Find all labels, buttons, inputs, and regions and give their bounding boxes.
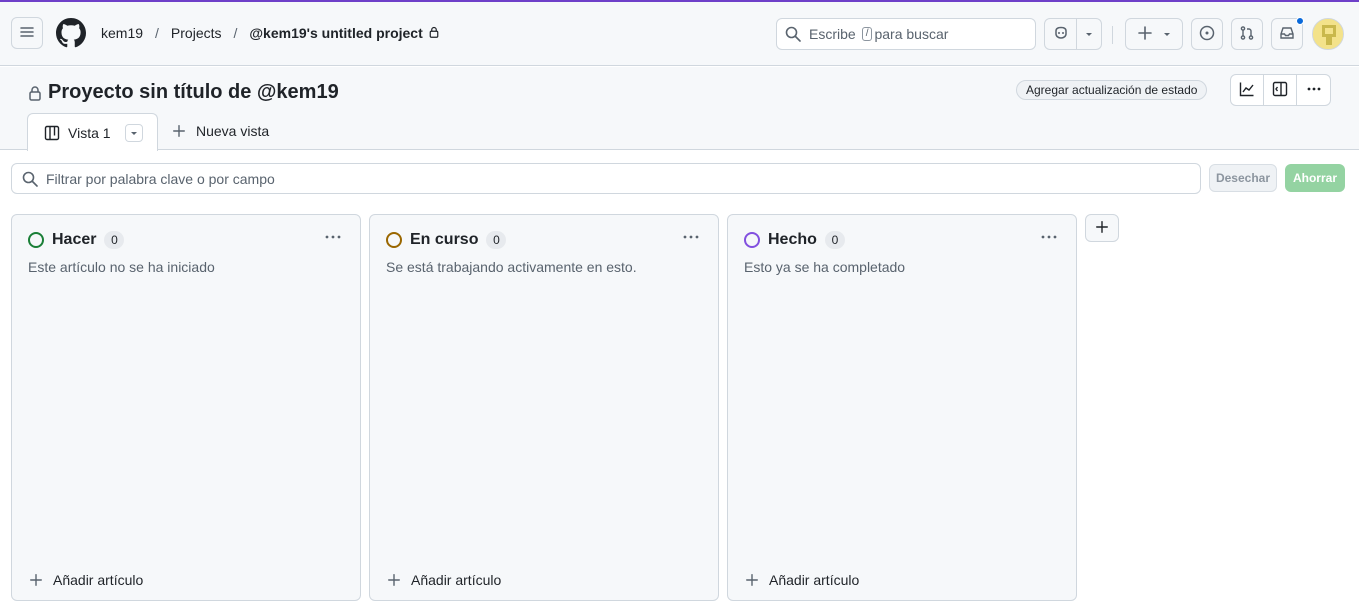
search-shortcut-key: / — [861, 27, 873, 41]
pull-requests-icon — [1239, 25, 1255, 44]
graph-icon — [1239, 81, 1255, 100]
column-header: Hecho 0 — [744, 231, 845, 249]
kebab-horizontal-icon — [325, 235, 341, 239]
copilot-dropdown-button[interactable] — [1077, 19, 1101, 49]
issues-button[interactable] — [1191, 18, 1223, 50]
search-icon — [785, 26, 801, 42]
add-column-button[interactable] — [1085, 214, 1119, 242]
inbox-icon — [1279, 25, 1295, 44]
breadcrumb: kem19 / Projects / @kem19's untitled pro… — [101, 25, 440, 41]
issues-icon — [1199, 25, 1215, 44]
add-item-button[interactable]: Añadir artículo — [745, 572, 859, 588]
sidebar-expand-icon — [1272, 81, 1288, 100]
add-item-label: Añadir artículo — [411, 572, 502, 588]
copilot-button-group — [1044, 18, 1102, 50]
pull-requests-button[interactable] — [1231, 18, 1263, 50]
github-logo-icon[interactable] — [56, 18, 86, 51]
add-item-label: Añadir artículo — [53, 572, 144, 588]
discard-button[interactable]: Desechar — [1209, 164, 1277, 192]
search-icon — [22, 171, 38, 187]
triangle-down-icon — [1084, 26, 1094, 42]
filter-input[interactable]: Filtrar por palabra clave o por campo — [11, 163, 1201, 194]
kebab-horizontal-icon — [683, 235, 699, 239]
status-circle-icon — [744, 232, 760, 248]
filter-placeholder: Filtrar por palabra clave o por campo — [46, 170, 275, 187]
menu-button[interactable] — [11, 17, 43, 49]
notification-dot — [1296, 17, 1304, 25]
triangle-down-icon — [1162, 26, 1172, 42]
column-menu-button[interactable] — [682, 229, 700, 248]
column-name: Hecho — [768, 231, 817, 248]
plus-icon — [387, 573, 401, 587]
breadcrumb-owner-link[interactable]: kem19 — [101, 25, 143, 41]
lock-icon — [428, 25, 440, 41]
avatar[interactable] — [1312, 18, 1344, 50]
column-header: En curso 0 — [386, 231, 507, 249]
status-circle-icon — [386, 232, 402, 248]
column-header: Hacer 0 — [28, 231, 125, 249]
project-titlebar: Proyecto sin título de @kem19 Agregar ac… — [0, 67, 1359, 151]
new-view-button[interactable]: Nueva vista — [172, 123, 269, 139]
menu-icon — [19, 24, 35, 43]
column-menu-button[interactable] — [1040, 229, 1058, 248]
board-column-en-curso: En curso 0 Se está trabajando activament… — [369, 214, 719, 601]
tab-vista-1[interactable]: Vista 1 — [27, 113, 158, 151]
column-description: Esto ya se ha completado — [744, 259, 906, 275]
lock-icon — [28, 85, 42, 101]
breadcrumb-projects-link[interactable]: Projects — [171, 25, 222, 41]
column-count: 0 — [104, 231, 125, 249]
column-name: Hacer — [52, 231, 97, 248]
copilot-icon — [1053, 25, 1069, 44]
more-options-button[interactable] — [1297, 75, 1330, 105]
side-panel-button[interactable] — [1264, 75, 1297, 105]
save-button[interactable]: Ahorrar — [1285, 164, 1345, 192]
column-name: En curso — [410, 231, 479, 248]
plus-icon — [1095, 220, 1109, 237]
view-options-button[interactable] — [124, 123, 143, 142]
page-title[interactable]: Proyecto sin título de @kem19 — [48, 81, 339, 104]
column-description: Este artículo no se ha iniciado — [28, 259, 215, 275]
kebab-horizontal-icon — [1306, 81, 1322, 100]
header-divider — [1112, 26, 1113, 44]
project-toolbar — [1230, 74, 1331, 106]
board-column-hacer: Hacer 0 Este artículo no se ha iniciado … — [11, 214, 361, 601]
column-menu-button[interactable] — [324, 229, 342, 248]
add-status-update-button[interactable]: Agregar actualización de estado — [1016, 80, 1208, 100]
breadcrumb-separator: / — [155, 25, 159, 41]
triangle-down-icon — [130, 131, 137, 135]
global-header: kem19 / Projects / @kem19's untitled pro… — [0, 2, 1359, 66]
search-input[interactable]: Escribe / para buscar — [776, 18, 1036, 50]
create-new-button[interactable] — [1125, 18, 1183, 50]
plus-icon — [1137, 25, 1153, 44]
add-item-button[interactable]: Añadir artículo — [29, 572, 143, 588]
new-view-label: Nueva vista — [196, 123, 270, 139]
status-circle-icon — [28, 232, 44, 248]
column-count: 0 — [486, 231, 507, 249]
plus-icon — [172, 124, 186, 138]
copilot-button[interactable] — [1045, 19, 1077, 49]
add-item-button[interactable]: Añadir artículo — [387, 572, 501, 588]
breadcrumb-project-link[interactable]: @kem19's untitled project — [249, 25, 422, 41]
breadcrumb-separator: / — [233, 25, 238, 41]
plus-icon — [29, 573, 43, 587]
board-icon — [44, 125, 60, 141]
column-count: 0 — [824, 231, 845, 249]
board-column-hecho: Hecho 0 Esto ya se ha completado Añadir … — [727, 214, 1077, 601]
search-prefix: Escribe — [809, 26, 856, 42]
search-suffix: para buscar — [874, 26, 949, 42]
column-description: Se está trabajando activamente en esto. — [386, 259, 637, 275]
kebab-horizontal-icon — [1041, 235, 1057, 239]
add-item-label: Añadir artículo — [769, 572, 860, 588]
tab-label: Vista 1 — [68, 124, 111, 141]
project-title-row: Proyecto sin título de @kem19 — [28, 81, 339, 104]
insights-button[interactable] — [1231, 75, 1264, 105]
plus-icon — [745, 573, 759, 587]
